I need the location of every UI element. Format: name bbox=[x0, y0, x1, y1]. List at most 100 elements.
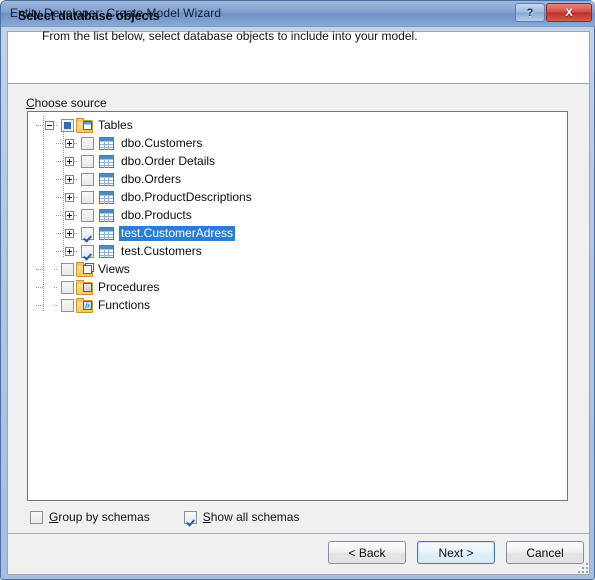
tree-node-label: dbo.Products bbox=[121, 207, 192, 222]
tree-node[interactable]: dbo.Orders bbox=[28, 170, 567, 188]
tree-connector bbox=[74, 142, 78, 144]
page-subtitle: From the list below, select database obj… bbox=[42, 29, 418, 43]
folder-functions-icon: fx bbox=[76, 298, 93, 313]
tree-node-label: Tables bbox=[98, 117, 133, 132]
expand-plus-icon[interactable] bbox=[65, 156, 74, 166]
checkbox-box[interactable] bbox=[183, 510, 197, 524]
tree-node-checkbox[interactable] bbox=[61, 280, 74, 294]
choose-source-label-rest: hoose source bbox=[34, 96, 107, 110]
group-by-schemas-checkbox[interactable]: Group by schemas bbox=[28, 510, 150, 524]
page-title: Select database objects bbox=[18, 9, 160, 23]
expand-plus-icon[interactable] bbox=[65, 246, 74, 256]
checkbox-label: Group by schemas bbox=[49, 510, 150, 524]
checkbox-label-rest: how all schemas bbox=[210, 510, 300, 524]
tree-connector bbox=[54, 124, 58, 126]
tree-connector bbox=[36, 268, 44, 270]
tree-connector bbox=[56, 142, 64, 144]
folder-badge bbox=[83, 265, 92, 274]
close-icon[interactable]: X bbox=[546, 3, 592, 22]
tree-connector bbox=[56, 178, 64, 180]
tree-node-label: Procedures bbox=[98, 279, 160, 294]
tree-node[interactable]: dbo.ProductDescriptions bbox=[28, 188, 567, 206]
tree-node-checkbox[interactable] bbox=[81, 208, 94, 222]
checkbox-label: Show all schemas bbox=[203, 510, 300, 524]
tree-node-checkbox[interactable] bbox=[81, 190, 94, 204]
tree-node[interactable]: test.Customers bbox=[28, 242, 567, 260]
expand-plus-icon[interactable] bbox=[65, 138, 74, 148]
checkbox-box[interactable] bbox=[30, 510, 43, 524]
tree-node[interactable]: dbo.Products bbox=[28, 206, 567, 224]
tree-connector bbox=[74, 178, 78, 180]
collapse-minus-icon[interactable] bbox=[45, 120, 54, 130]
tree-node-checkbox[interactable] bbox=[61, 262, 74, 276]
folder-badge: fx bbox=[83, 301, 92, 310]
tree-node[interactable]: dbo.Order Details bbox=[28, 152, 567, 170]
expand-plus-icon[interactable] bbox=[65, 174, 74, 184]
tree-node[interactable]: dbo.Customers bbox=[28, 134, 567, 152]
tree-connector bbox=[74, 160, 78, 162]
folder-tables-icon bbox=[76, 118, 93, 133]
caption-button-group: ? X bbox=[515, 3, 592, 22]
tree-node-checkbox[interactable] bbox=[81, 172, 94, 186]
checkbox-mnemonic: S bbox=[202, 510, 211, 524]
button-row: < Back Next > Cancel bbox=[328, 541, 584, 564]
tree-connector bbox=[56, 214, 64, 216]
tree-connector bbox=[56, 196, 64, 198]
tree-node-checkbox[interactable] bbox=[81, 136, 94, 150]
tree-node-checkbox[interactable] bbox=[81, 154, 94, 168]
tree-node-checkbox[interactable] bbox=[61, 298, 74, 312]
tree-connector bbox=[56, 232, 64, 234]
options-row: Group by schemas Show all schemas bbox=[28, 510, 331, 524]
tree-node-checkbox[interactable] bbox=[81, 244, 94, 258]
folder-badge bbox=[83, 121, 92, 130]
tree-node[interactable]: Tables bbox=[28, 116, 567, 134]
tree-connector bbox=[74, 196, 78, 198]
wizard-window: Entity Developer: Create Model Wizard ? … bbox=[0, 0, 595, 580]
back-button[interactable]: < Back bbox=[328, 541, 406, 564]
tree-connector bbox=[74, 214, 78, 216]
resize-grip[interactable] bbox=[578, 563, 590, 575]
help-icon[interactable]: ? bbox=[515, 3, 545, 22]
database-objects-tree[interactable]: Tables dbo.Customers dbo.Order Details dbo.… bbox=[27, 111, 568, 501]
tree-connector bbox=[54, 286, 58, 288]
tree-connector bbox=[74, 232, 78, 234]
expand-plus-icon[interactable] bbox=[65, 192, 74, 202]
tree-connector bbox=[54, 304, 58, 306]
tree-node-checkbox[interactable] bbox=[81, 226, 94, 240]
tree-node[interactable]: fx Functions bbox=[28, 296, 567, 314]
table-icon bbox=[99, 244, 114, 258]
folder-badge bbox=[83, 283, 92, 292]
tree-node-label: test.Customers bbox=[121, 243, 202, 258]
tree-node-label: dbo.Orders bbox=[121, 171, 182, 186]
expand-plus-icon[interactable] bbox=[65, 210, 74, 220]
choose-source-mnemonic: C bbox=[26, 96, 35, 110]
tree-node-label: Views bbox=[98, 261, 130, 276]
tree-node-label: test.CustomerAdress bbox=[119, 225, 236, 241]
next-button[interactable]: Next > bbox=[417, 541, 495, 564]
tree-connector bbox=[56, 250, 64, 252]
expand-plus-icon[interactable] bbox=[65, 228, 74, 238]
table-icon bbox=[99, 190, 114, 204]
tree-node-label: dbo.ProductDescriptions bbox=[121, 189, 252, 204]
tree-node-checkbox[interactable] bbox=[61, 118, 74, 132]
checkbox-mnemonic: G bbox=[49, 510, 59, 524]
tree-node-label: dbo.Customers bbox=[121, 135, 203, 150]
table-icon bbox=[99, 172, 114, 186]
tree-node[interactable]: Views bbox=[28, 260, 567, 278]
choose-source-label: Choose source bbox=[26, 96, 107, 110]
tree-connector bbox=[54, 268, 58, 270]
table-icon bbox=[99, 226, 114, 240]
tree-node[interactable]: Procedures bbox=[28, 278, 567, 296]
tree-connector bbox=[36, 286, 44, 288]
tree-root: Tables dbo.Customers dbo.Order Details dbo.… bbox=[28, 112, 567, 314]
tree-node-label: Functions bbox=[98, 297, 151, 312]
tree-connector bbox=[36, 124, 44, 126]
show-all-schemas-checkbox[interactable]: Show all schemas bbox=[182, 510, 300, 524]
cancel-button[interactable]: Cancel bbox=[506, 541, 584, 564]
folder-views-icon bbox=[76, 262, 93, 277]
folder-procedures-icon bbox=[76, 280, 93, 295]
checkbox-label-rest: roup by schemas bbox=[58, 510, 150, 524]
tree-connector bbox=[36, 304, 44, 306]
table-icon bbox=[99, 154, 114, 168]
tree-node[interactable]: test.CustomerAdress bbox=[28, 224, 567, 242]
